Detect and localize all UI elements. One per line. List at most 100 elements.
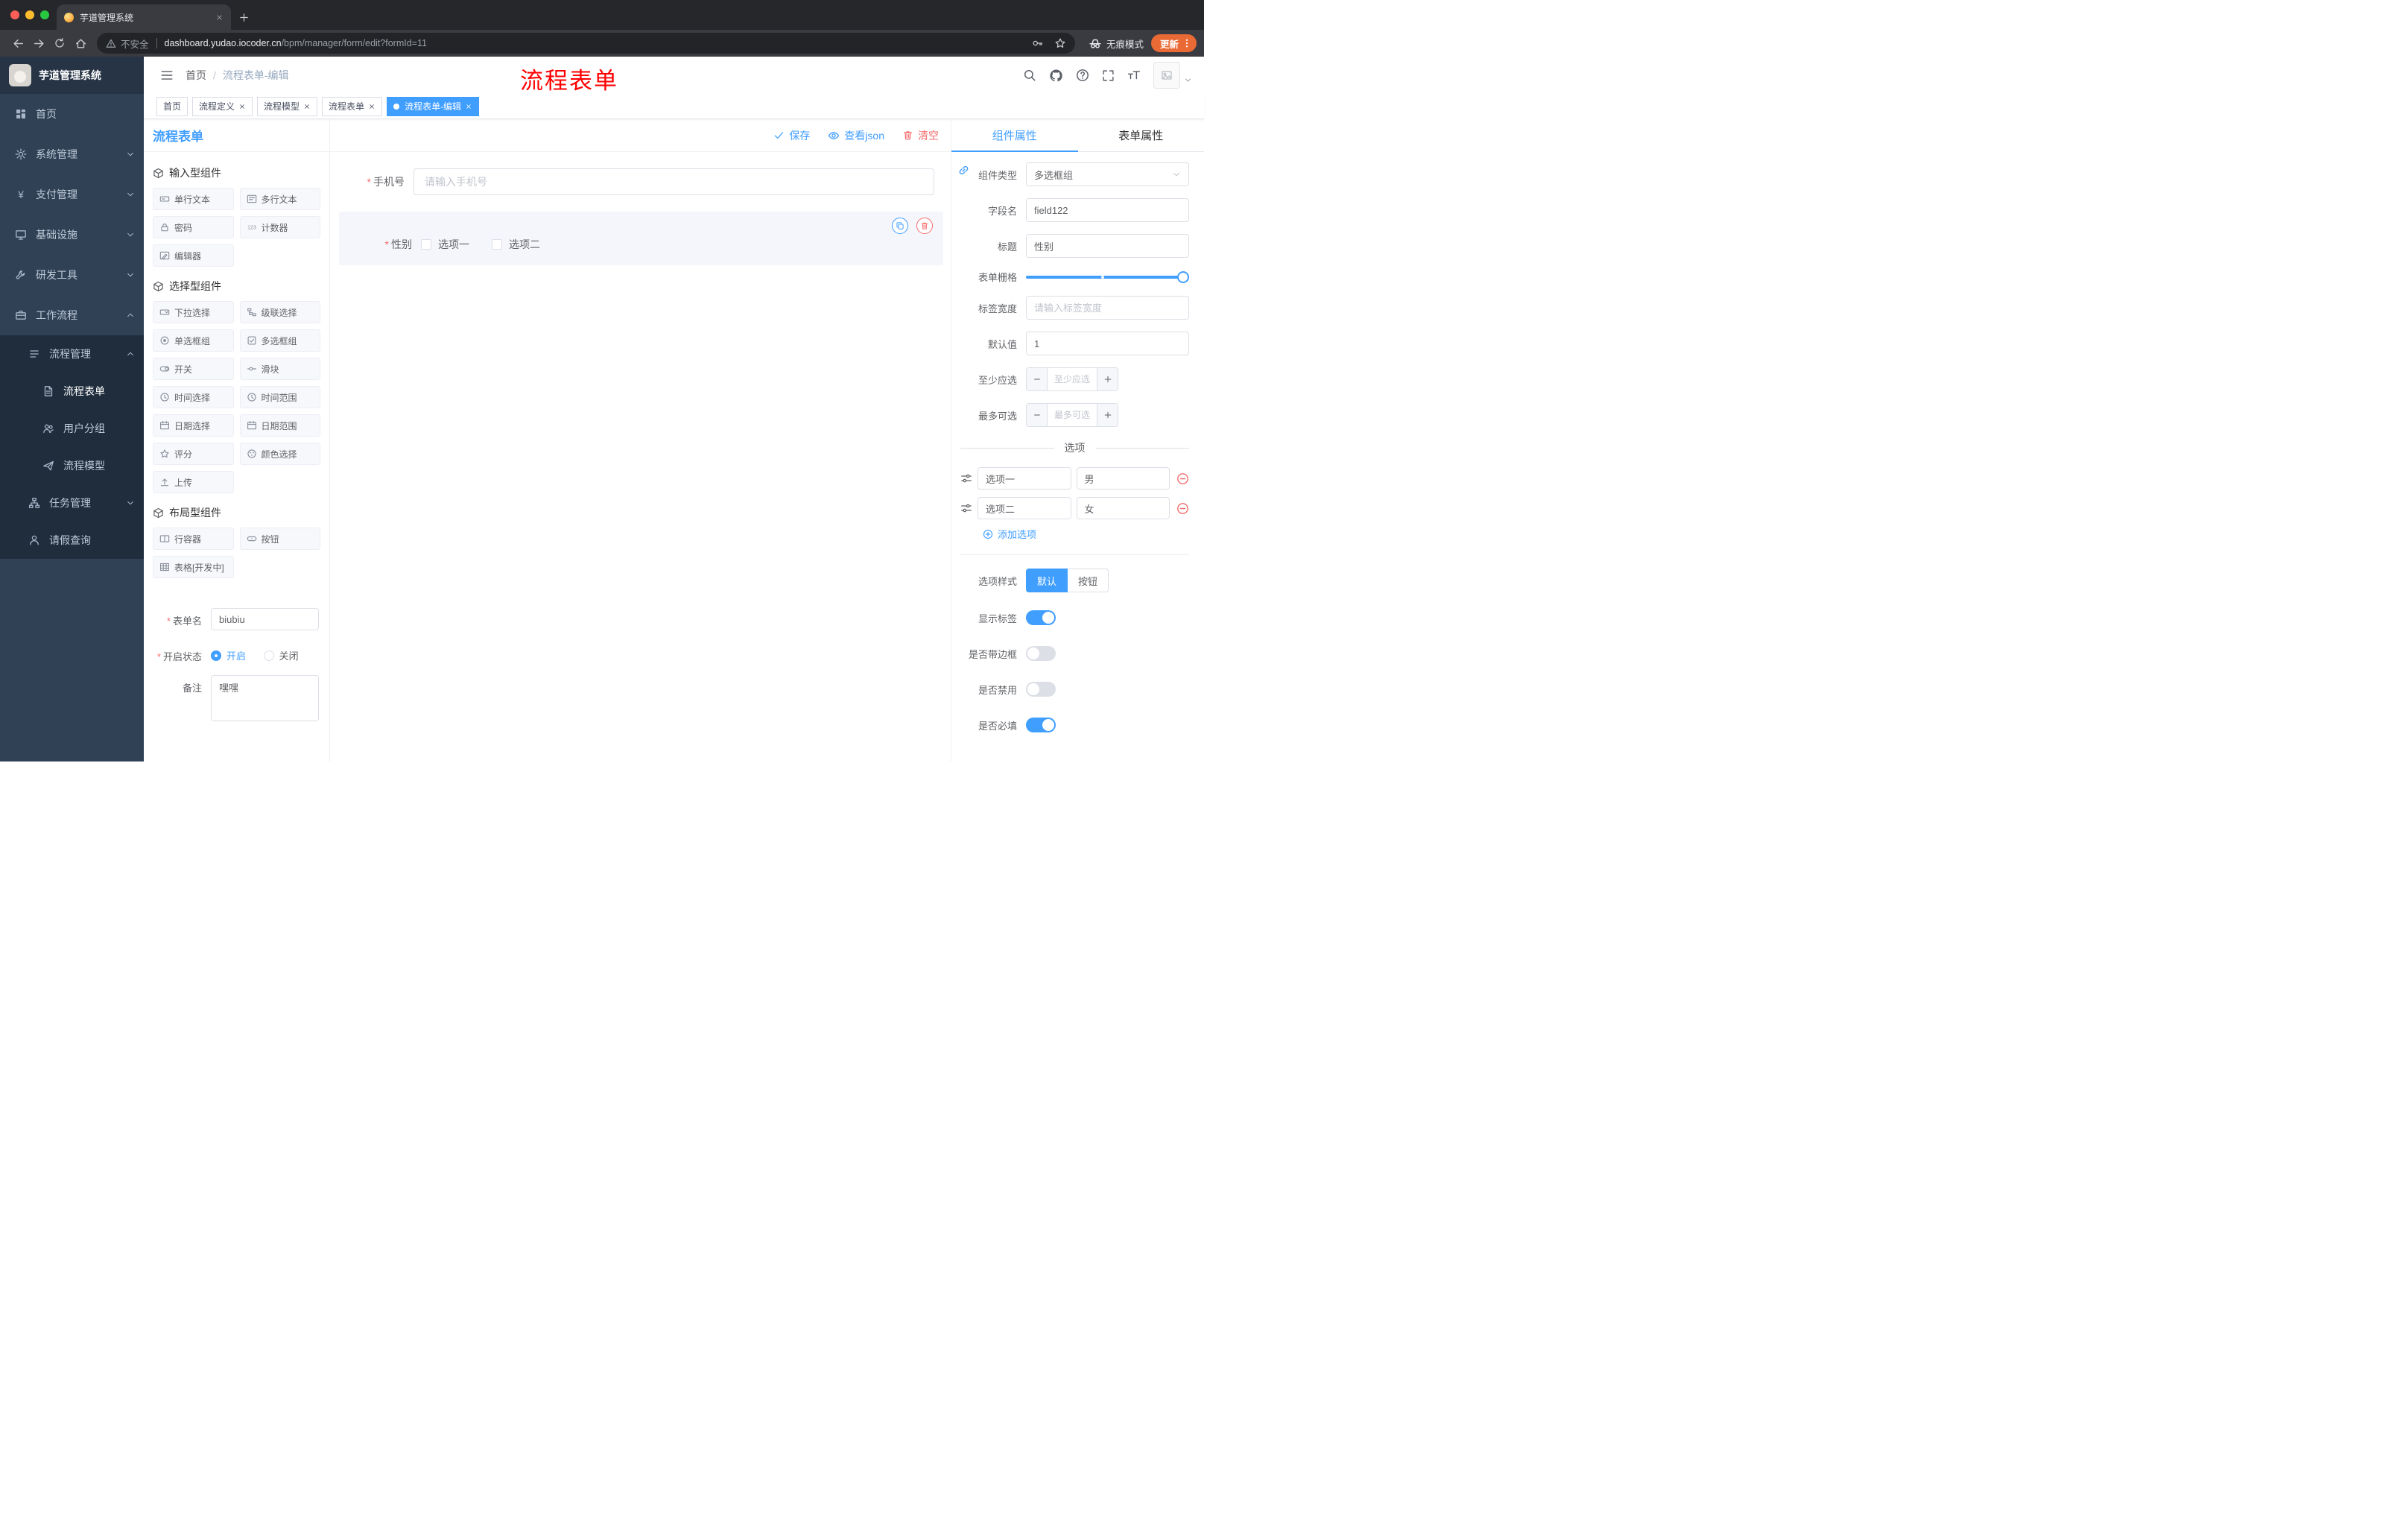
palette-item-table[interactable]: 表格[开发中] [153, 556, 234, 578]
palette-item-cascade[interactable]: 级联选择 [239, 301, 320, 323]
sidebar-item-home[interactable]: 首页 [0, 94, 144, 134]
tab-component-props[interactable]: 组件属性 [951, 119, 1078, 152]
user-avatar-menu[interactable] [1153, 62, 1192, 89]
drag-handle-icon[interactable] [960, 502, 972, 514]
security-label[interactable]: 不安全 [121, 37, 149, 51]
palette-item-single-text[interactable]: 单行文本 [153, 188, 234, 210]
remove-option-icon[interactable] [1176, 472, 1189, 485]
palette-item-password[interactable]: 密码 [153, 216, 234, 238]
tag-process-form-edit[interactable]: 流程表单-编辑 [387, 96, 480, 116]
field-name-input[interactable] [1026, 198, 1189, 222]
palette-item-rate[interactable]: 评分 [153, 443, 234, 465]
close-icon[interactable] [368, 103, 376, 110]
required-toggle[interactable] [1026, 718, 1056, 732]
status-off-radio[interactable]: 关闭 [263, 648, 299, 662]
home-button[interactable] [70, 33, 91, 54]
decrease-button[interactable] [1027, 368, 1048, 390]
option1-value-input[interactable] [1076, 467, 1170, 490]
tag-home[interactable]: 首页 [156, 96, 188, 116]
sidebar-item-process-manage[interactable]: 流程管理 [0, 335, 144, 373]
palette-item-color-picker[interactable]: 颜色选择 [239, 443, 320, 465]
palette-item-editor[interactable]: 编辑器 [153, 244, 234, 267]
delete-field-button[interactable] [916, 218, 933, 234]
sidebar-item-leave-query[interactable]: 请假查询 [0, 522, 144, 559]
max-select-input[interactable] [1048, 404, 1097, 426]
palette-item-select[interactable]: 下拉选择 [153, 301, 234, 323]
option2-value-input[interactable] [1076, 497, 1170, 519]
sidebar-item-workflow[interactable]: 工作流程 [0, 295, 144, 335]
back-button[interactable] [7, 33, 28, 54]
min-select-input[interactable] [1048, 368, 1097, 390]
gender-option1-checkbox[interactable]: 选项一 [421, 237, 469, 252]
palette-item-time-range[interactable]: 时间范围 [239, 386, 320, 408]
reload-button[interactable] [49, 33, 70, 54]
option1-label-input[interactable] [978, 467, 1071, 490]
palette-item-upload[interactable]: 上传 [153, 471, 234, 493]
palette-item-row-container[interactable]: 行容器 [153, 528, 234, 550]
sidebar-item-task-manage[interactable]: 任务管理 [0, 484, 144, 522]
link-icon[interactable] [957, 164, 970, 177]
canvas-field-gender-selected[interactable]: 性别 选项一 选项二 [339, 212, 943, 265]
palette-item-radio-group[interactable]: 单选框组 [153, 329, 234, 352]
palette-item-slider[interactable]: 滑块 [239, 358, 320, 380]
save-button[interactable]: 保存 [773, 128, 810, 143]
app-logo[interactable]: 芋道管理系统 [0, 57, 144, 94]
clear-button[interactable]: 清空 [902, 128, 939, 143]
disabled-toggle[interactable] [1026, 682, 1056, 697]
gender-option2-checkbox[interactable]: 选项二 [492, 237, 540, 252]
phone-input[interactable] [414, 168, 934, 195]
default-value-input[interactable] [1026, 332, 1189, 355]
password-key-icon[interactable] [1032, 37, 1044, 49]
copy-field-button[interactable] [892, 218, 908, 234]
close-window-button[interactable] [10, 10, 19, 19]
sidebar-item-infra[interactable]: 基础设施 [0, 215, 144, 255]
status-on-radio[interactable]: 开启 [211, 648, 246, 662]
form-remark-textarea[interactable]: 嘿嘿 [211, 675, 319, 721]
palette-item-multi-text[interactable]: 多行文本 [239, 188, 320, 210]
tag-process-definition[interactable]: 流程定义 [192, 96, 253, 116]
close-tab-icon[interactable] [215, 13, 224, 22]
kebab-menu-icon[interactable] [1182, 38, 1192, 48]
palette-item-date-range[interactable]: 日期范围 [239, 414, 320, 437]
tab-form-props[interactable]: 表单属性 [1078, 119, 1205, 151]
sidebar-item-payment[interactable]: ¥ 支付管理 [0, 174, 144, 215]
palette-item-counter[interactable]: 计数器 [239, 216, 320, 238]
search-icon[interactable] [1023, 69, 1036, 82]
hamburger-icon[interactable] [160, 69, 174, 82]
fullscreen-icon[interactable] [1102, 69, 1115, 82]
palette-item-date-picker[interactable]: 日期选择 [153, 414, 234, 437]
tag-process-form[interactable]: 流程表单 [322, 96, 383, 116]
view-json-button[interactable]: 查看json [828, 128, 884, 143]
palette-item-time-picker[interactable]: 时间选择 [153, 386, 234, 408]
increase-button[interactable] [1097, 368, 1118, 390]
add-option-button[interactable]: 添加选项 [960, 527, 1189, 541]
title-input[interactable] [1026, 234, 1189, 258]
font-size-icon[interactable] [1127, 69, 1141, 82]
drag-handle-icon[interactable] [960, 472, 972, 484]
option2-label-input[interactable] [978, 497, 1071, 519]
close-icon[interactable] [303, 103, 311, 110]
address-bar[interactable]: 不安全 dashboard.yudao.iocoder.cn/bpm/manag… [97, 33, 1075, 54]
browser-tab[interactable]: 芋道管理系统 [57, 4, 231, 30]
component-type-select[interactable]: 多选框组 [1026, 162, 1189, 186]
tag-process-model[interactable]: 流程模型 [257, 96, 318, 116]
palette-item-switch[interactable]: 开关 [153, 358, 234, 380]
style-default-button[interactable]: 默认 [1026, 569, 1068, 592]
palette-item-button[interactable]: 按钮 [239, 528, 320, 550]
slider-handle[interactable] [1177, 270, 1189, 283]
github-icon[interactable] [1049, 69, 1063, 83]
forward-button[interactable] [28, 33, 49, 54]
new-tab-button[interactable] [238, 12, 250, 23]
zoom-window-button[interactable] [40, 10, 49, 19]
breadcrumb-home[interactable]: 首页 [186, 68, 206, 83]
close-icon[interactable] [238, 103, 246, 110]
sidebar-item-user-group[interactable]: 用户分组 [0, 410, 144, 447]
form-grid-slider[interactable] [1026, 270, 1189, 283]
minimize-window-button[interactable] [25, 10, 34, 19]
sidebar-item-devtools[interactable]: 研发工具 [0, 255, 144, 295]
style-button-button[interactable]: 按钮 [1068, 569, 1109, 592]
bookmark-star-icon[interactable] [1054, 37, 1066, 49]
sidebar-item-system[interactable]: 系统管理 [0, 134, 144, 174]
sidebar-item-process-model[interactable]: 流程模型 [0, 447, 144, 484]
update-button[interactable]: 更新 [1150, 34, 1197, 52]
